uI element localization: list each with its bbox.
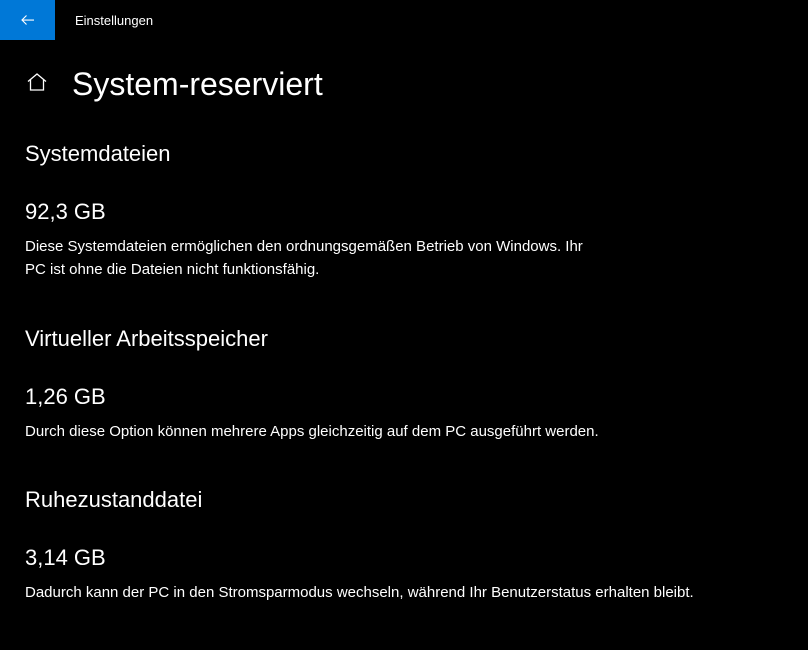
section-virtueller-arbeitsspeicher: Virtueller Arbeitsspeicher 1,26 GB Durch… [25, 326, 808, 443]
back-button[interactable] [0, 0, 55, 40]
home-icon[interactable] [25, 70, 49, 99]
section-description: Durch diese Option können mehrere Apps g… [25, 420, 805, 443]
section-value: 3,14 GB [25, 545, 808, 571]
page-title: System-reserviert [72, 66, 323, 103]
section-description: Dadurch kann der PC in den Stromsparmodu… [25, 581, 805, 604]
titlebar: Einstellungen [0, 0, 808, 40]
arrow-left-icon [19, 11, 37, 29]
section-heading: Systemdateien [25, 141, 808, 167]
section-value: 1,26 GB [25, 384, 808, 410]
section-ruhezustanddatei: Ruhezustanddatei 3,14 GB Dadurch kann de… [25, 487, 808, 604]
section-value: 92,3 GB [25, 199, 808, 225]
section-heading: Virtueller Arbeitsspeicher [25, 326, 808, 352]
section-description: Diese Systemdateien ermöglichen den ordn… [25, 235, 585, 282]
section-heading: Ruhezustanddatei [25, 487, 808, 513]
header-row: System-reserviert [25, 66, 808, 103]
app-title: Einstellungen [75, 13, 153, 28]
section-systemdateien: Systemdateien 92,3 GB Diese Systemdateie… [25, 141, 808, 282]
content: System-reserviert Systemdateien 92,3 GB … [0, 40, 808, 604]
